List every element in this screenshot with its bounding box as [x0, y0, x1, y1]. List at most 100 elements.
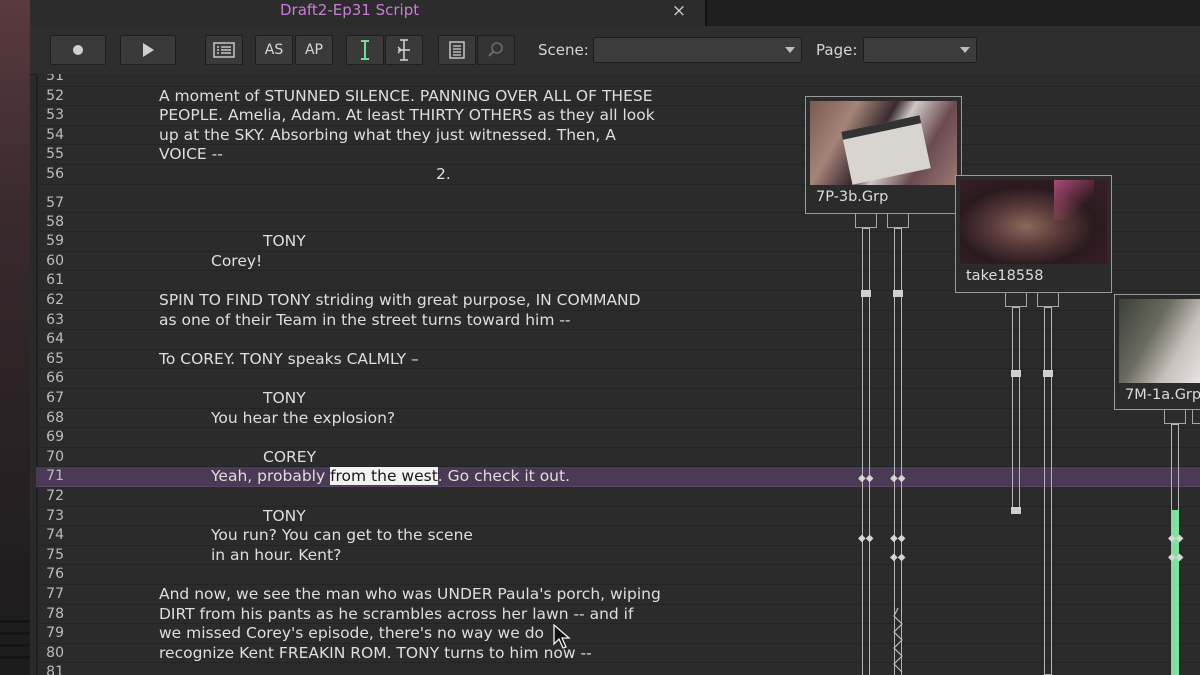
dialogue-text: You hear the explosion?	[211, 408, 396, 427]
line-number: 71	[46, 468, 64, 485]
take-track[interactable]	[1044, 307, 1052, 675]
dialogue-text: Yeah, probably from the west. Go check i…	[211, 467, 570, 486]
script-line[interactable]: 64	[36, 330, 1200, 350]
script-line[interactable]: 72	[36, 487, 1200, 507]
script-line[interactable]: 73 TONY	[36, 507, 1200, 527]
script-line[interactable]: 63 as one of their Team in the street tur…	[36, 311, 1200, 331]
clip-thumbnail[interactable]: 7M-1a.Grp	[1114, 294, 1200, 410]
line-number: 60	[46, 252, 64, 269]
script-line[interactable]: 75 in an hour. Kent?	[36, 546, 1200, 566]
dialogue-text: You run? You can get to the scene	[211, 526, 473, 545]
script-line[interactable]: 65 To COREY. TONY speaks CALMLY –	[36, 350, 1200, 370]
search-button[interactable]	[477, 35, 515, 65]
close-icon[interactable]: ×	[670, 2, 688, 20]
marker-icon: ◆◆	[858, 473, 874, 484]
clip-image	[1119, 299, 1200, 383]
ap-button[interactable]: AP	[295, 35, 333, 65]
clip-image	[810, 101, 957, 185]
script-line[interactable]: 68 You hear the explosion?	[36, 409, 1200, 429]
marker-icon: ◆◆	[890, 552, 906, 563]
take-track[interactable]	[1012, 307, 1020, 512]
window-title: Draft2-Ep31 Script	[280, 1, 420, 19]
split-cursor-button[interactable]	[385, 35, 423, 65]
clip-connector	[1192, 410, 1200, 424]
script-line[interactable]: 78 DIRT from his pants as he scrambles ac…	[36, 605, 1200, 625]
clip-connector	[855, 214, 877, 228]
track-knob[interactable]	[861, 290, 871, 297]
play-icon	[142, 43, 154, 57]
line-number: 68	[46, 409, 64, 426]
action-text: as one of their Team in the street turns…	[159, 310, 571, 329]
line-number: 81	[46, 664, 64, 675]
clip-thumbnail[interactable]: 7P-3b.Grp	[805, 96, 962, 214]
list-view-button[interactable]	[205, 35, 243, 65]
track-knob[interactable]	[1011, 507, 1021, 514]
character-name: TONY	[263, 506, 306, 525]
script-line[interactable]: 77 And now, we see the man who was UNDER …	[36, 585, 1200, 605]
page-label: Page:	[816, 41, 858, 59]
text-cursor-button[interactable]	[346, 35, 384, 65]
script-line[interactable]: 74 You run? You can get to the scene	[36, 526, 1200, 546]
dialogue-text-after: . Go check it out.	[437, 467, 571, 486]
clip-image	[960, 180, 1107, 264]
clapperboard-shape	[841, 115, 931, 185]
script-pane[interactable]: 51 52 A moment of STUNNED SILENCE. PANNIN…	[36, 74, 1200, 675]
script-line[interactable]: 81	[36, 663, 1200, 675]
marker-icon: ◆◆	[1168, 552, 1184, 563]
action-text: we missed Corey's episode, there's no wa…	[159, 624, 545, 643]
clip-connector	[1005, 293, 1027, 307]
line-number: 76	[46, 566, 64, 583]
action-text: A moment of STUNNED SILENCE. PANNING OVE…	[159, 86, 653, 105]
script-line[interactable]: 79 we missed Corey's episode, there's no …	[36, 624, 1200, 644]
script-line[interactable]: 54 up at the SKY. Absorbing what they jus…	[36, 126, 1200, 146]
action-text: And now, we see the man who was UNDER Pa…	[159, 585, 661, 603]
dialogue-text-before: Yeah, probably	[211, 467, 331, 486]
zigzag-track	[893, 608, 903, 673]
toolbar: AS AP Scene: Page:	[30, 26, 1200, 75]
line-number: 61	[46, 272, 64, 289]
as-button[interactable]: AS	[255, 35, 293, 65]
selected-text[interactable]: from the west	[330, 467, 438, 486]
script-line[interactable]: 66	[36, 369, 1200, 389]
title-bar-empty	[705, 0, 1200, 26]
dialogue-text: in an hour. Kent?	[211, 545, 342, 564]
scene-label: Scene:	[538, 41, 589, 59]
title-bar: Draft2-Ep31 Script ×	[30, 0, 1200, 26]
clip-name: 7P-3b.Grp	[816, 189, 889, 205]
record-button[interactable]	[50, 35, 106, 65]
line-number: 58	[46, 213, 64, 230]
script-line[interactable]: 69	[36, 428, 1200, 448]
script-line[interactable]: 80 recognize Kent FREAKIN ROM. TONY turns…	[36, 644, 1200, 664]
chevron-down-icon	[785, 47, 795, 53]
script-line[interactable]: 67 TONY	[36, 389, 1200, 409]
scene-dropdown[interactable]	[593, 37, 802, 63]
script-line-highlighted[interactable]: 71 Yeah, probably from the west. Go check…	[36, 467, 1200, 487]
document-button[interactable]	[438, 35, 476, 65]
clip-thumbnail[interactable]: take18558	[955, 175, 1112, 293]
clip-name: take18558	[966, 268, 1044, 284]
document-tab[interactable]: Draft2-Ep31 Script ×	[30, 0, 706, 26]
line-number: 78	[46, 605, 64, 622]
script-line[interactable]: 51	[36, 74, 1200, 87]
clip-connector	[1164, 410, 1186, 424]
play-button[interactable]	[120, 35, 176, 65]
script-line[interactable]: 76	[36, 565, 1200, 585]
track-knob[interactable]	[893, 290, 903, 297]
script-line[interactable]: 70 COREY	[36, 448, 1200, 468]
track-knob[interactable]	[1043, 370, 1053, 377]
document-icon	[449, 41, 465, 59]
page-dropdown[interactable]	[863, 37, 977, 63]
action-text: VOICE --	[159, 145, 223, 164]
marker-icon: ◆◆	[1168, 533, 1184, 544]
line-number: 66	[46, 370, 64, 387]
background-window	[0, 0, 30, 675]
track-knob[interactable]	[1011, 370, 1021, 377]
script-line[interactable]: 53 PEOPLE. Amelia, Adam. At least THIRTY …	[36, 106, 1200, 126]
script-line[interactable]: 55 VOICE --	[36, 145, 1200, 165]
script-line[interactable]: 52 A moment of STUNNED SILENCE. PANNING O…	[36, 87, 1200, 107]
line-number: 79	[46, 625, 64, 642]
line-number: 64	[46, 331, 64, 348]
clip-connector	[1037, 293, 1059, 307]
action-text: To COREY. TONY speaks CALMLY –	[159, 349, 419, 368]
clip-name: 7M-1a.Grp	[1125, 387, 1200, 403]
